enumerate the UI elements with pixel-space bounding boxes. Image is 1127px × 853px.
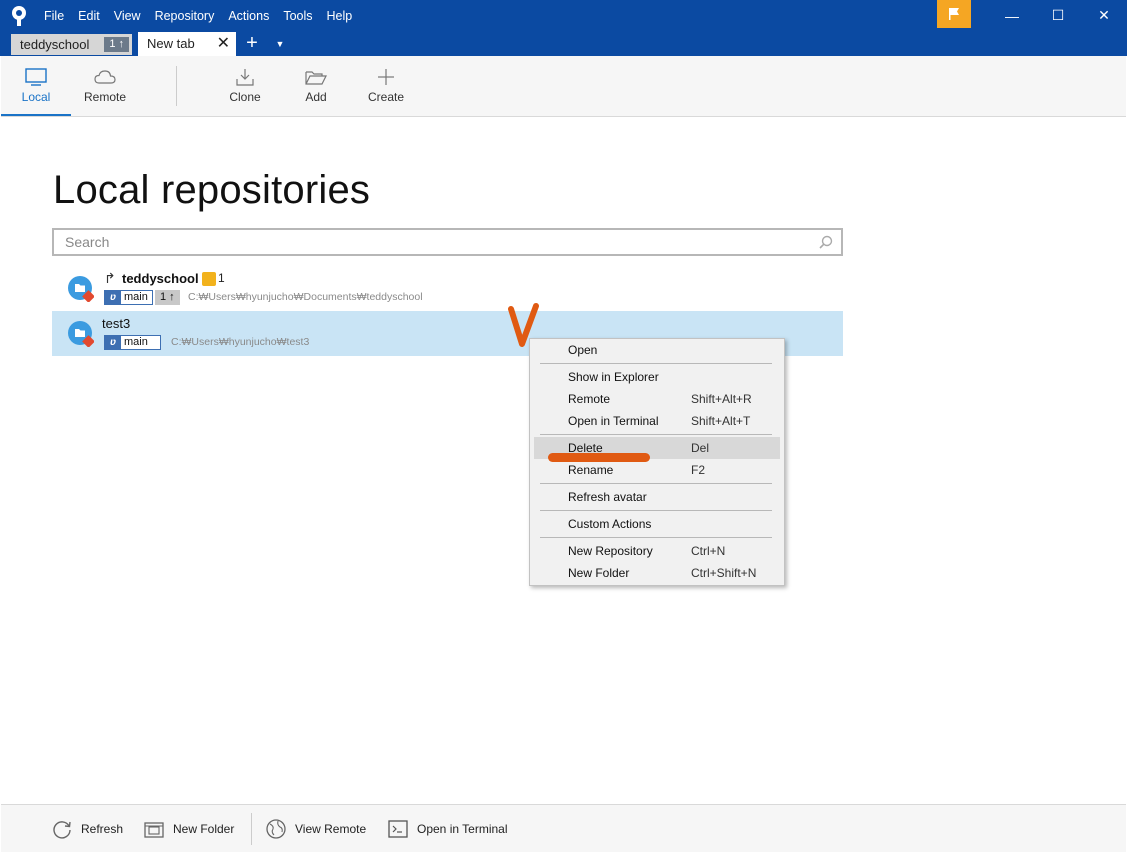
menu-item-new-repository[interactable]: New Repository Ctrl+N — [534, 540, 780, 562]
menu-edit[interactable]: Edit — [78, 9, 100, 23]
menu-tools[interactable]: Tools — [283, 9, 312, 23]
menu-item-new-folder[interactable]: New Folder Ctrl+Shift+N — [534, 562, 780, 584]
page-title: Local repositories — [53, 168, 371, 212]
add-tab-button[interactable]: + — [240, 31, 264, 56]
menu-item-open[interactable]: Open — [534, 339, 780, 361]
branch-icon: ʋ — [105, 291, 121, 304]
view-remote-button[interactable]: View Remote — [265, 817, 366, 841]
repo-item-teddyschool[interactable]: ↱ teddyschool 1 ʋ main 1 ↑ C:₩Users₩hyun… — [52, 266, 843, 311]
tab-new-tab[interactable]: New tab ✕ — [138, 32, 236, 56]
sourcetree-logo-icon — [12, 6, 26, 26]
add-button[interactable]: Add — [281, 56, 351, 116]
tab-label: New tab — [147, 36, 195, 51]
menu-item-rename[interactable]: Rename F2 — [534, 459, 780, 481]
context-menu: Open Show in Explorer Remote Shift+Alt+R … — [529, 338, 785, 586]
search-box — [52, 228, 843, 256]
clone-button[interactable]: Clone — [210, 56, 280, 116]
plus-icon — [378, 69, 394, 85]
new-folder-icon — [144, 822, 164, 838]
repo-folder-icon — [68, 321, 94, 347]
local-button[interactable]: Local — [1, 56, 71, 116]
menu-file[interactable]: File — [44, 9, 64, 23]
flag-button[interactable] — [937, 0, 971, 28]
repo-name: teddyschool — [122, 271, 199, 286]
pencil-icon — [202, 272, 216, 286]
tab-bar: teddyschool 1 ↑ New tab ✕ + ▼ — [0, 31, 1127, 56]
tab-list-dropdown[interactable]: ▼ — [270, 31, 290, 56]
tab-label: teddyschool — [20, 37, 90, 52]
search-input[interactable] — [54, 230, 841, 254]
title-bar: File Edit View Repository Actions Tools … — [0, 0, 1127, 31]
cloud-icon — [94, 70, 116, 84]
menu-separator — [540, 434, 772, 435]
repo-path: C:₩Users₩hyunjucho₩test3 — [171, 336, 310, 348]
flag-icon — [949, 8, 959, 20]
branch-badge: ʋ main — [104, 335, 161, 350]
bottom-bar: Refresh New Folder View Remote Open in T… — [1, 804, 1126, 852]
modified-count: 1 — [218, 271, 225, 285]
menu-bar: File Edit View Repository Actions Tools … — [44, 0, 366, 31]
refresh-button[interactable]: Refresh — [51, 817, 123, 841]
refresh-icon — [53, 821, 71, 839]
tab-teddyschool[interactable]: teddyschool 1 ↑ — [11, 34, 132, 55]
menu-item-open-in-terminal[interactable]: Open in Terminal Shift+Alt+T — [534, 410, 780, 432]
menu-separator — [540, 363, 772, 364]
menu-item-custom-actions[interactable]: Custom Actions — [534, 513, 780, 535]
menu-separator — [540, 510, 772, 511]
toolbar: Local Remote Clone Add Create — [1, 56, 1126, 117]
minimize-button[interactable]: — — [989, 0, 1035, 31]
repo-folder-icon — [68, 276, 94, 302]
menu-item-refresh-avatar[interactable]: Refresh avatar — [534, 486, 780, 508]
repo-path: C:₩Users₩hyunjucho₩Documents₩teddyschool — [188, 291, 423, 303]
bottom-divider — [251, 813, 252, 845]
create-button[interactable]: Create — [351, 56, 421, 116]
maximize-button[interactable]: ☐ — [1035, 0, 1081, 31]
annotation-underline — [548, 453, 650, 462]
menu-actions[interactable]: Actions — [228, 9, 269, 23]
toolbar-divider — [176, 66, 177, 106]
ahead-badge: 1 ↑ — [155, 290, 180, 305]
menu-repository[interactable]: Repository — [155, 9, 215, 23]
download-icon — [236, 69, 254, 86]
folder-open-icon — [305, 71, 327, 85]
ahead-badge: 1 ↑ — [104, 37, 129, 52]
remote-arrow-icon: ↱ — [104, 270, 116, 286]
search-icon — [819, 235, 833, 249]
open-in-terminal-button[interactable]: Open in Terminal — [387, 817, 508, 841]
menu-item-remote[interactable]: Remote Shift+Alt+R — [534, 388, 780, 410]
branch-icon: ʋ — [105, 336, 121, 349]
branch-badge: ʋ main — [104, 290, 153, 305]
close-window-button[interactable]: ✕ — [1081, 0, 1127, 31]
menu-item-show-in-explorer[interactable]: Show in Explorer — [534, 366, 780, 388]
new-folder-button[interactable]: New Folder — [143, 817, 234, 841]
menu-help[interactable]: Help — [327, 9, 353, 23]
remote-button[interactable]: Remote — [70, 56, 140, 116]
close-tab-icon[interactable]: ✕ — [217, 32, 230, 56]
menu-separator — [540, 483, 772, 484]
monitor-icon — [25, 68, 47, 86]
terminal-icon — [388, 820, 408, 838]
menu-separator — [540, 537, 772, 538]
globe-icon — [266, 819, 286, 839]
repo-name: test3 — [102, 316, 131, 331]
menu-view[interactable]: View — [114, 9, 141, 23]
